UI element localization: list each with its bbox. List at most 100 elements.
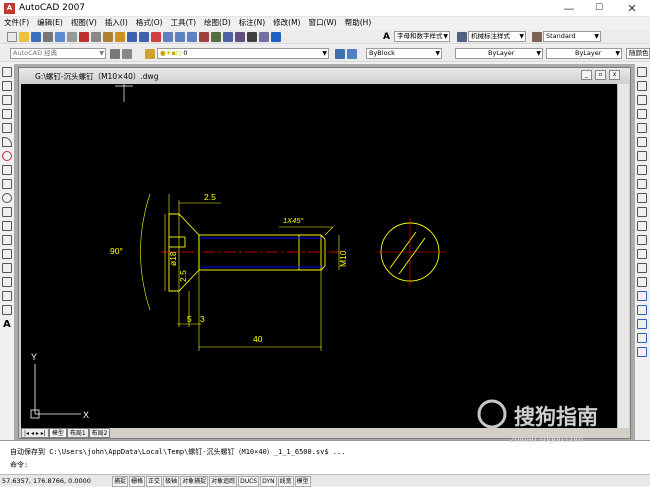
- ellipse-arc-icon[interactable]: [2, 207, 12, 217]
- make-block-icon[interactable]: [2, 235, 12, 245]
- plot-icon[interactable]: [43, 32, 53, 42]
- menu-tools[interactable]: 工具(T): [167, 17, 200, 29]
- tab-model[interactable]: 模型: [48, 428, 67, 438]
- layer-dropdown[interactable]: ●☀▪◻ 0 ▼: [157, 48, 329, 59]
- zoom-realtime-icon[interactable]: [163, 32, 173, 42]
- otrack-button[interactable]: 对象追踪: [209, 476, 238, 487]
- drawing-restore-button[interactable]: ▫: [595, 70, 606, 80]
- draworder-front-icon[interactable]: [637, 305, 647, 315]
- sheetset-icon[interactable]: [235, 32, 245, 42]
- workspace-dropdown[interactable]: AutoCAD 经典 ▼: [10, 48, 106, 59]
- publish-icon[interactable]: [67, 32, 77, 42]
- command-prompt[interactable]: 命令:: [10, 460, 28, 470]
- workspace-save-icon[interactable]: [122, 49, 132, 59]
- new-icon[interactable]: [7, 32, 17, 42]
- ellipse-icon[interactable]: [2, 193, 12, 203]
- draworder-back-icon[interactable]: [637, 319, 647, 329]
- draworder-under-icon[interactable]: [637, 347, 647, 357]
- region-icon[interactable]: [2, 291, 12, 301]
- break-icon[interactable]: [637, 221, 647, 231]
- tab-layout2[interactable]: 布局2: [88, 428, 111, 438]
- osnap-button[interactable]: 对象捕捉: [180, 476, 209, 487]
- workspace-settings-icon[interactable]: [110, 49, 120, 59]
- explode-icon[interactable]: [637, 277, 647, 287]
- fillet-icon[interactable]: [637, 263, 647, 273]
- zoom-window-icon[interactable]: [175, 32, 185, 42]
- join-icon[interactable]: [637, 235, 647, 245]
- designcenter-icon[interactable]: [211, 32, 221, 42]
- matchprop-icon[interactable]: [115, 32, 125, 42]
- point-icon[interactable]: [2, 249, 12, 259]
- insert-block-icon[interactable]: [2, 221, 12, 231]
- line-icon[interactable]: [2, 67, 12, 77]
- menu-window[interactable]: 窗口(W): [304, 17, 340, 29]
- paste-icon[interactable]: [103, 32, 113, 42]
- layer-manager-icon[interactable]: [145, 49, 155, 59]
- revcloud-icon[interactable]: [2, 165, 12, 175]
- menu-format[interactable]: 格式(O): [132, 17, 167, 29]
- open-icon[interactable]: [19, 32, 29, 42]
- table-icon[interactable]: [2, 305, 12, 315]
- dyn-button[interactable]: DYN: [260, 476, 277, 487]
- make-current-icon[interactable]: [335, 49, 345, 59]
- array-icon[interactable]: [637, 123, 647, 133]
- linetype-dropdown[interactable]: ByLayer ▼: [455, 48, 543, 59]
- tab-layout1[interactable]: 布局1: [66, 428, 89, 438]
- drawing-close-button[interactable]: x: [609, 70, 620, 80]
- polyline-icon[interactable]: [2, 95, 12, 105]
- menu-file[interactable]: 文件(F): [0, 17, 33, 29]
- move-icon[interactable]: [637, 137, 647, 147]
- close-button[interactable]: ✕: [618, 0, 646, 17]
- cut-icon[interactable]: [79, 32, 89, 42]
- lineweight-dropdown[interactable]: ByLayer ▼: [546, 48, 622, 59]
- menu-insert[interactable]: 插入(I): [101, 17, 132, 29]
- preview-icon[interactable]: [55, 32, 65, 42]
- menu-dimension[interactable]: 标注(N): [235, 17, 269, 29]
- draworder-above-icon[interactable]: [637, 333, 647, 343]
- text-style-dropdown[interactable]: 字母和数字样式 ▼: [394, 31, 450, 42]
- maximize-button[interactable]: ☐: [585, 0, 613, 17]
- offset-icon[interactable]: [637, 109, 647, 119]
- polygon-icon[interactable]: [2, 109, 12, 119]
- snap-button[interactable]: 捕捉: [112, 476, 129, 487]
- ortho-button[interactable]: 正交: [146, 476, 163, 487]
- menu-view[interactable]: 视图(V): [67, 17, 101, 29]
- minimize-button[interactable]: —: [555, 0, 583, 17]
- xline-icon[interactable]: [2, 81, 12, 91]
- table-style-dropdown[interactable]: Standard ▼: [543, 31, 601, 42]
- copy-object-icon[interactable]: [637, 81, 647, 91]
- help-icon[interactable]: [271, 32, 281, 42]
- copy-icon[interactable]: [91, 32, 101, 42]
- chamfer-icon[interactable]: [637, 249, 647, 259]
- circle-icon[interactable]: [2, 151, 12, 161]
- mirror-icon[interactable]: [637, 95, 647, 105]
- ducs-button[interactable]: DUCS: [238, 476, 260, 487]
- extend-icon[interactable]: [637, 207, 647, 217]
- rectangle-icon[interactable]: [2, 123, 12, 133]
- undo-icon[interactable]: [127, 32, 137, 42]
- model-button[interactable]: 模型: [294, 476, 311, 487]
- vertical-scrollbar[interactable]: [617, 84, 629, 428]
- draworder-icon[interactable]: [637, 291, 647, 301]
- markup-icon[interactable]: [247, 32, 257, 42]
- pan-icon[interactable]: [151, 32, 161, 42]
- properties-icon[interactable]: [199, 32, 209, 42]
- spline-icon[interactable]: [2, 179, 12, 189]
- zoom-previous-icon[interactable]: [187, 32, 197, 42]
- drawing-canvas[interactable]: Y X 2.5 90° ø18 2.5 1X45° M10 5 3 40: [21, 84, 617, 428]
- grid-button[interactable]: 栅格: [129, 476, 146, 487]
- trim-icon[interactable]: [637, 193, 647, 203]
- lwt-button[interactable]: 线宽: [277, 476, 294, 487]
- drawing-minimize-button[interactable]: _: [581, 70, 592, 80]
- color-dropdown[interactable]: ByBlock ▼: [366, 48, 442, 59]
- save-icon[interactable]: [31, 32, 41, 42]
- dim-style-dropdown[interactable]: 机械标注样式 ▼: [468, 31, 526, 42]
- calc-icon[interactable]: [259, 32, 269, 42]
- arc-icon[interactable]: [2, 137, 12, 147]
- redo-icon[interactable]: [139, 32, 149, 42]
- menu-edit[interactable]: 编辑(E): [33, 17, 67, 29]
- polar-button[interactable]: 极轴: [163, 476, 180, 487]
- gradient-icon[interactable]: [2, 277, 12, 287]
- mtext-icon[interactable]: A: [3, 319, 14, 330]
- tab-nav-arrows[interactable]: |◂ ◂ ▸ ▸|: [21, 428, 49, 438]
